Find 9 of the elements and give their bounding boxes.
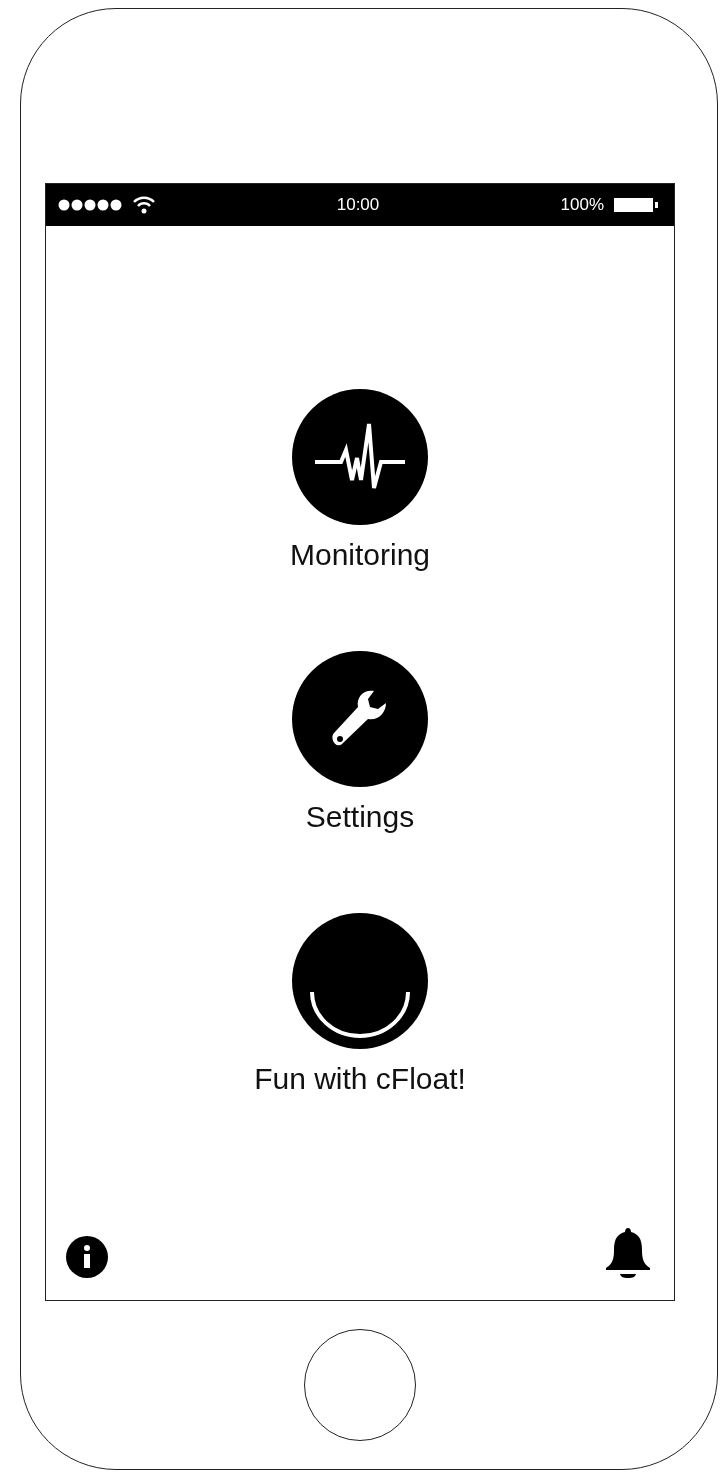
menu-label: Monitoring [289, 537, 431, 573]
info-icon[interactable] [66, 1236, 108, 1278]
battery-icon [614, 198, 658, 212]
wifi-icon [132, 196, 156, 214]
menu-label: Fun with cFloat! [254, 1061, 466, 1097]
status-time: 10:00 [336, 195, 380, 215]
battery-percent: 100% [560, 195, 604, 215]
bell-icon[interactable] [604, 1228, 652, 1278]
menu-label: Settings [305, 799, 415, 835]
